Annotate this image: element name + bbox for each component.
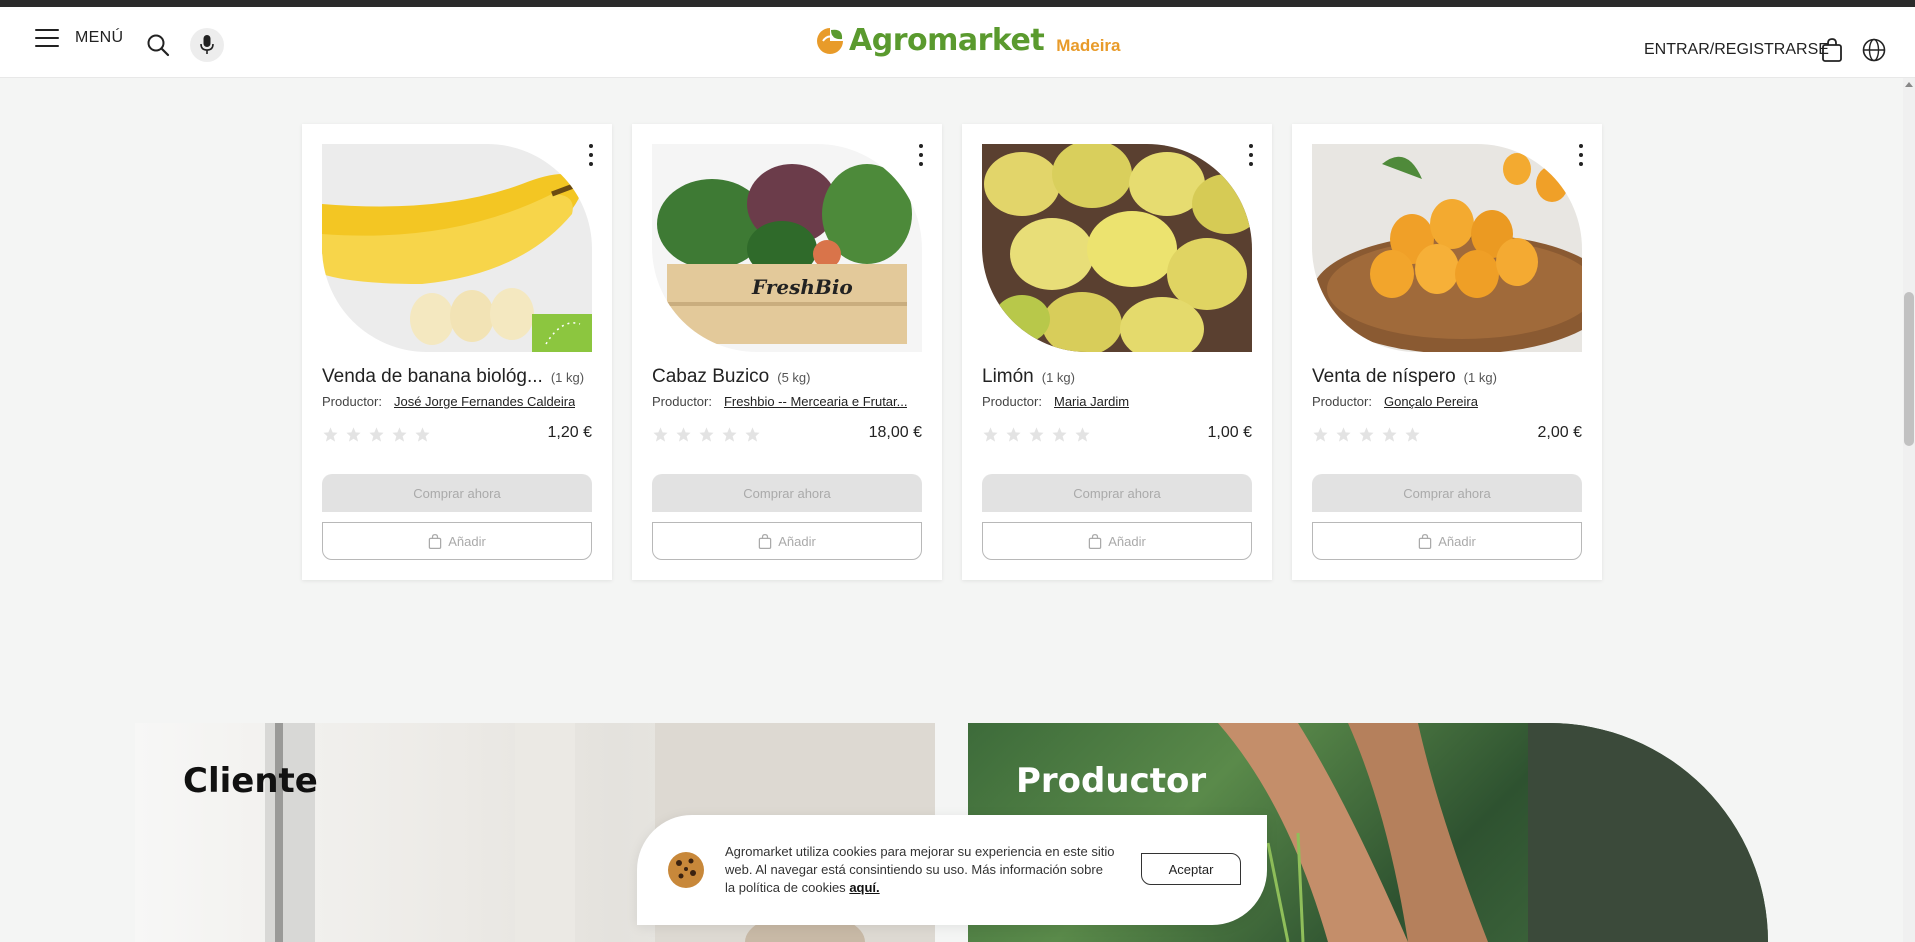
bag-icon <box>428 533 442 549</box>
brand-logo[interactable]: Agromarket Madeira <box>815 23 1120 58</box>
star-icon[interactable] <box>1028 426 1045 443</box>
add-to-cart-button[interactable]: Añadir <box>1312 522 1582 560</box>
logo-text: Agromarket <box>849 23 1045 58</box>
add-label: Añadir <box>778 533 816 549</box>
star-icon[interactable] <box>345 426 362 443</box>
buy-now-button[interactable]: Comprar ahora <box>322 474 592 512</box>
more-options-icon[interactable] <box>1248 144 1254 166</box>
scrollbar-thumb[interactable] <box>1904 292 1914 446</box>
producer-label: Productor: <box>982 394 1042 409</box>
logo-leaf-icon <box>817 27 843 54</box>
page-scrollbar[interactable] <box>1903 78 1915 942</box>
product-weight: (1 kg) <box>1041 370 1075 385</box>
more-options-icon[interactable] <box>588 144 594 166</box>
microphone-icon[interactable] <box>190 28 224 62</box>
star-icon[interactable] <box>1005 426 1022 443</box>
star-icon[interactable] <box>675 426 692 443</box>
buy-now-button[interactable]: Comprar ahora <box>982 474 1252 512</box>
product-title[interactable]: Cabaz Buzico <box>652 366 769 388</box>
producer-link[interactable]: José Jorge Fernandes Caldeira <box>394 394 575 409</box>
producer-label: Productor: <box>1312 394 1372 409</box>
producer-link[interactable]: Maria Jardim <box>1054 394 1129 409</box>
bag-icon <box>1088 533 1102 549</box>
accept-cookies-button[interactable]: Aceptar <box>1141 853 1241 885</box>
buy-now-button[interactable]: Comprar ahora <box>652 474 922 512</box>
star-icon[interactable] <box>1051 426 1068 443</box>
producer-label: Productor: <box>652 394 712 409</box>
product-card[interactable]: FreshBio Cabaz Buzico (5 kg) Productor: … <box>632 124 942 580</box>
producer-banner-title: Productor <box>1016 761 1207 801</box>
product-price: 1,20 € <box>547 424 592 441</box>
product-title[interactable]: Venta de níspero <box>1312 366 1456 388</box>
menu-button[interactable]: MENÚ <box>35 29 123 47</box>
star-icon[interactable] <box>1381 426 1398 443</box>
star-icon[interactable] <box>744 426 761 443</box>
top-strip <box>0 0 1915 7</box>
organic-eu-badge <box>532 314 592 352</box>
product-weight: (5 kg) <box>777 370 811 385</box>
star-icon[interactable] <box>322 426 339 443</box>
add-label: Añadir <box>1108 533 1146 549</box>
star-icon[interactable] <box>368 426 385 443</box>
add-to-cart-button[interactable]: Añadir <box>322 522 592 560</box>
star-icon[interactable] <box>652 426 669 443</box>
logo-region: Madeira <box>1056 35 1121 55</box>
product-card[interactable]: Venta de níspero (1 kg) Productor: Gonça… <box>1292 124 1602 580</box>
add-label: Añadir <box>1438 533 1476 549</box>
bag-icon <box>758 533 772 549</box>
product-price: 1,00 € <box>1207 424 1252 441</box>
cookie-consent-banner: Agromarket utiliza cookies para mejorar … <box>637 815 1267 925</box>
product-title[interactable]: Limón <box>982 366 1034 388</box>
scroll-up-arrow-icon[interactable] <box>1905 82 1913 87</box>
site-header: MENÚ Agromarket Madeira ENTRAR/REGISTRAR… <box>0 7 1915 78</box>
menu-label: MENÚ <box>75 29 124 46</box>
star-icon[interactable] <box>1404 426 1421 443</box>
add-to-cart-button[interactable]: Añadir <box>652 522 922 560</box>
product-weight: (1 kg) <box>1463 370 1497 385</box>
login-register-link[interactable]: ENTRAR/REGISTRARSE <box>1644 41 1829 59</box>
globe-icon[interactable] <box>1862 38 1886 62</box>
add-to-cart-button[interactable]: Añadir <box>982 522 1252 560</box>
client-banner-title: Cliente <box>183 761 318 801</box>
product-image-lemon[interactable] <box>982 144 1252 352</box>
rating-stars[interactable] <box>982 426 1091 443</box>
product-price: 2,00 € <box>1537 424 1582 441</box>
cookie-message: Agromarket utiliza cookies para mejorar … <box>725 844 1115 895</box>
product-price: 18,00 € <box>868 424 922 441</box>
shopping-bag-icon[interactable] <box>1821 38 1843 62</box>
star-icon[interactable] <box>982 426 999 443</box>
more-options-icon[interactable] <box>918 144 924 166</box>
product-image-loquat[interactable] <box>1312 144 1582 352</box>
producer-link[interactable]: Freshbio -- Mercearia e Frutar... <box>724 394 908 409</box>
star-icon[interactable] <box>721 426 738 443</box>
product-image-cabaz[interactable]: FreshBio <box>652 144 922 352</box>
star-icon[interactable] <box>698 426 715 443</box>
product-title[interactable]: Venda de banana biológ... <box>322 366 543 388</box>
star-icon[interactable] <box>391 426 408 443</box>
hamburger-icon <box>35 29 59 47</box>
rating-stars[interactable] <box>1312 426 1421 443</box>
product-card[interactable]: Limón (1 kg) Productor: Maria Jardim 1,0… <box>962 124 1272 580</box>
star-icon[interactable] <box>1074 426 1091 443</box>
cookie-icon <box>668 852 704 888</box>
product-grid: Venda de banana biológ... (1 kg) Product… <box>302 124 1602 580</box>
svg-text:FreshBio: FreshBio <box>751 275 853 299</box>
star-icon[interactable] <box>1312 426 1329 443</box>
cookie-policy-link[interactable]: aquí. <box>849 880 879 895</box>
star-icon[interactable] <box>1358 426 1375 443</box>
product-card[interactable]: Venda de banana biológ... (1 kg) Product… <box>302 124 612 580</box>
add-label: Añadir <box>448 533 486 549</box>
buy-now-button[interactable]: Comprar ahora <box>1312 474 1582 512</box>
more-options-icon[interactable] <box>1578 144 1584 166</box>
producer-label: Productor: <box>322 394 382 409</box>
rating-stars[interactable] <box>652 426 761 443</box>
search-icon[interactable] <box>146 33 170 57</box>
producer-link[interactable]: Gonçalo Pereira <box>1384 394 1478 409</box>
star-icon[interactable] <box>1335 426 1352 443</box>
star-icon[interactable] <box>414 426 431 443</box>
bag-icon <box>1418 533 1432 549</box>
product-weight: (1 kg) <box>550 370 585 385</box>
rating-stars[interactable] <box>322 426 431 443</box>
